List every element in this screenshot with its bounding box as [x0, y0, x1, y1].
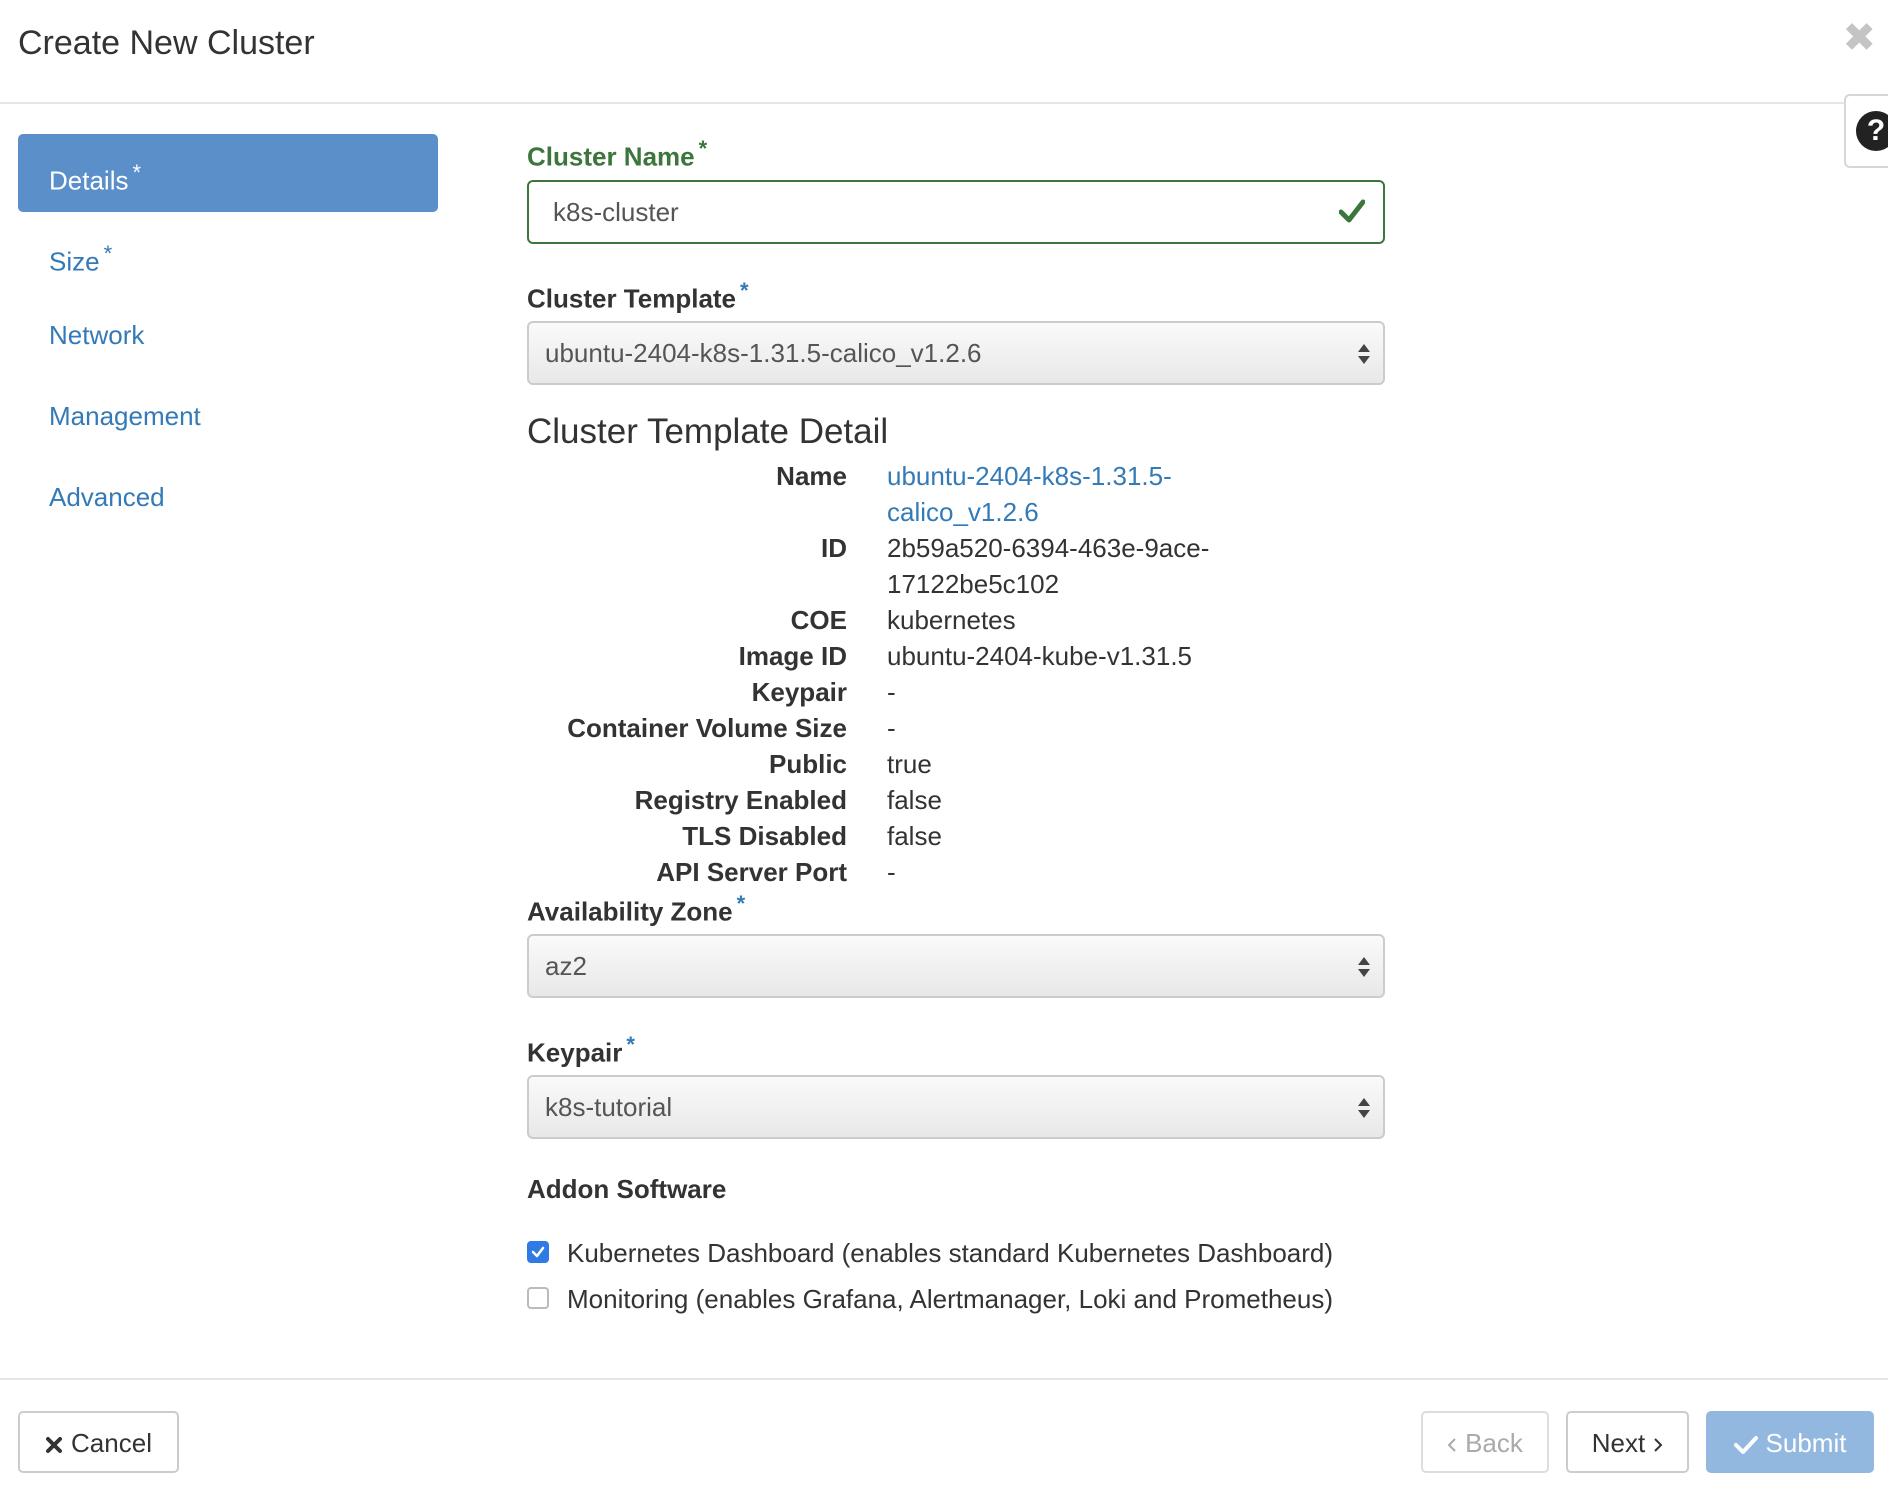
button-label: Back: [1465, 1428, 1523, 1458]
modal-header: Create New Cluster ✖: [0, 0, 1888, 104]
addon-software-title: Addon Software: [527, 1174, 727, 1204]
detail-term: Keypair: [751, 677, 847, 707]
wizard-nav: Details * Size * Network Management Advanc…: [18, 134, 438, 539]
modal-title: Create New Cluster: [18, 24, 315, 62]
nav-item-label: Network: [49, 320, 145, 350]
cancel-button[interactable]: Cancel: [18, 1411, 179, 1473]
times-icon: [46, 1437, 63, 1454]
cluster-name-value: k8s-cluster: [553, 197, 679, 227]
nav-item-size[interactable]: Size *: [18, 215, 438, 293]
detail-term: Container Volume Size: [567, 713, 847, 743]
detail-row-coe: COE kubernetes: [527, 602, 1387, 638]
checkbox-label: Kubernetes Dashboard (enables standard K…: [567, 1238, 1334, 1268]
label-text: Availability Zone: [527, 896, 733, 927]
nav-item-advanced[interactable]: Advanced: [18, 458, 438, 536]
nav-item-management[interactable]: Management: [18, 377, 438, 455]
detail-value: false: [887, 785, 942, 815]
close-icon[interactable]: ✖: [1842, 18, 1876, 58]
addon-monitoring: Monitoring (enables Grafana, Alertmanage…: [527, 1281, 1333, 1317]
detail-row-tls-disabled: TLS Disabled false: [527, 818, 1387, 854]
checkmark-icon: [531, 1246, 545, 1258]
detail-term: COE: [790, 605, 847, 635]
monitoring-checkbox[interactable]: [527, 1287, 549, 1309]
keypair-label: Keypair *: [527, 1032, 635, 1069]
label-text: Cluster Name: [527, 141, 695, 172]
button-label: Submit: [1765, 1428, 1847, 1458]
footer-divider: [0, 1378, 1888, 1380]
required-star: *: [626, 1032, 635, 1057]
checkbox-label: Monitoring (enables Grafana, Alertmanage…: [567, 1284, 1333, 1314]
nav-item-label: Advanced: [49, 482, 165, 512]
nav-item-network[interactable]: Network: [18, 296, 438, 374]
detail-row-api-server-port: API Server Port -: [527, 854, 1387, 890]
label-text: Cluster Template: [527, 283, 737, 314]
cluster-template-label: Cluster Template *: [527, 278, 749, 315]
detail-term: ID: [821, 533, 847, 563]
detail-term: Image ID: [738, 641, 847, 671]
label-text: Keypair: [527, 1037, 623, 1068]
required-star: *: [132, 160, 142, 185]
cluster-template-value: ubuntu-2404-k8s-1.31.5-calico_v1.2.6: [545, 338, 982, 368]
detail-value: false: [887, 821, 942, 851]
help-tab[interactable]: ?: [1844, 94, 1888, 168]
nav-item-label: Management: [49, 401, 201, 431]
detail-value: ubuntu-2404-k8s-1.31.5-calico_v1.2.6: [887, 458, 1287, 530]
detail-value: -: [887, 857, 896, 887]
chevron-left-icon: [1447, 1438, 1456, 1452]
keypair-value: k8s-tutorial: [545, 1092, 673, 1122]
detail-value: kubernetes: [887, 605, 1016, 635]
back-button[interactable]: Back: [1421, 1411, 1549, 1473]
detail-row-public: Public true: [527, 746, 1387, 782]
detail-term: Public: [768, 749, 847, 779]
detail-value: -: [887, 677, 896, 707]
button-label: Next: [1591, 1428, 1646, 1458]
select-arrows-icon: [1358, 344, 1370, 364]
next-button[interactable]: Next: [1566, 1411, 1689, 1473]
template-detail-list: Name ubuntu-2404-k8s-1.31.5-calico_v1.2.…: [527, 458, 1387, 890]
detail-value: 2b59a520-6394-463e-9ace-17122be5c102: [887, 533, 1210, 599]
detail-row-image-id: Image ID ubuntu-2404-kube-v1.31.5: [527, 638, 1387, 674]
template-name-link[interactable]: ubuntu-2404-k8s-1.31.5-calico_v1.2.6: [887, 461, 1172, 527]
availability-zone-label: Availability Zone *: [527, 891, 745, 928]
required-star: *: [740, 278, 749, 303]
required-star: *: [103, 241, 113, 266]
keypair-select[interactable]: k8s-tutorial: [527, 1075, 1385, 1139]
nav-item-details[interactable]: Details *: [18, 134, 438, 212]
nav-item-label: Details: [49, 165, 129, 196]
required-star: *: [736, 891, 746, 916]
cluster-template-select[interactable]: ubuntu-2404-k8s-1.31.5-calico_v1.2.6: [527, 321, 1385, 385]
detail-row-container-volume-size: Container Volume Size -: [527, 710, 1387, 746]
cluster-name-input[interactable]: k8s-cluster: [527, 180, 1385, 244]
detail-row-name: Name ubuntu-2404-k8s-1.31.5-calico_v1.2.…: [527, 458, 1387, 530]
button-label: Cancel: [71, 1428, 152, 1458]
detail-term: Registry Enabled: [634, 785, 847, 815]
select-arrows-icon: [1358, 1098, 1370, 1118]
detail-value: -: [887, 713, 896, 743]
detail-value: ubuntu-2404-kube-v1.31.5: [887, 641, 1193, 671]
select-arrows-icon: [1358, 957, 1370, 977]
detail-row-keypair: Keypair -: [527, 674, 1387, 710]
question-circle-icon: ?: [1856, 111, 1888, 151]
required-star: *: [698, 136, 708, 161]
detail-term: TLS Disabled: [682, 821, 847, 851]
detail-term: Name: [776, 461, 847, 491]
detail-term: API Server Port: [656, 857, 847, 887]
availability-zone-value: az2: [545, 951, 587, 981]
template-detail-title: Cluster Template Detail: [527, 412, 889, 451]
detail-row-registry-enabled: Registry Enabled false: [527, 782, 1387, 818]
kubernetes-dashboard-checkbox[interactable]: [527, 1241, 549, 1263]
addon-kubernetes-dashboard: Kubernetes Dashboard (enables standard K…: [527, 1235, 1333, 1271]
nav-item-label: Size: [49, 246, 100, 277]
availability-zone-select[interactable]: az2: [527, 934, 1385, 998]
detail-row-id: ID 2b59a520-6394-463e-9ace-17122be5c102: [527, 530, 1387, 602]
chevron-right-icon: [1654, 1438, 1663, 1452]
cluster-name-label: Cluster Name *: [527, 136, 707, 173]
check-icon: [1339, 199, 1365, 223]
submit-button[interactable]: Submit: [1706, 1411, 1874, 1473]
detail-value: true: [887, 749, 932, 779]
check-icon: [1733, 1436, 1758, 1455]
